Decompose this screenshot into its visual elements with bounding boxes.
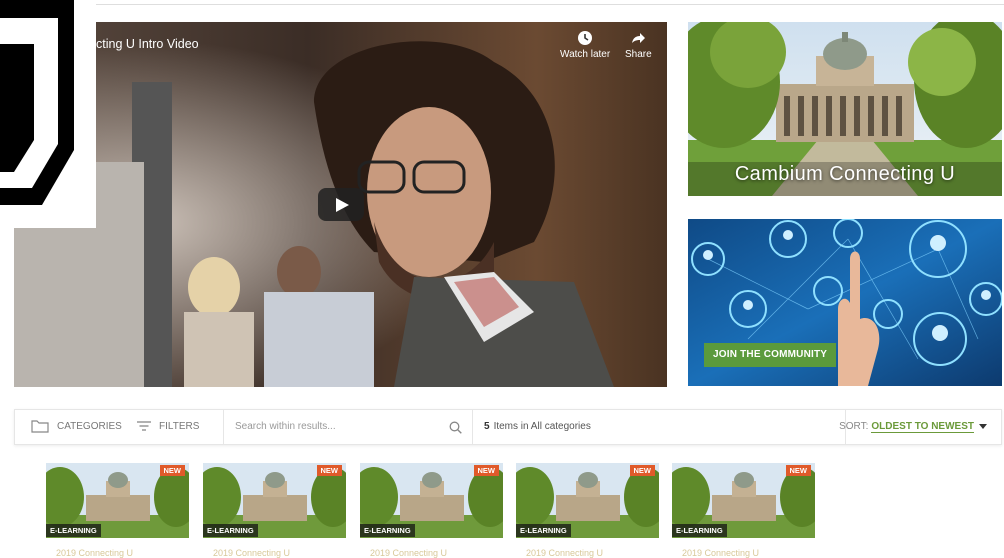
new-badge: NEW [159,465,185,476]
video-title: cting U Intro Video [96,37,199,51]
course-title[interactable]: 2019 Connecting U [370,548,513,558]
course-title[interactable]: 2019 Connecting U [526,548,669,558]
logo [0,0,96,228]
type-badge: E-LEARNING [203,524,258,537]
shield-logo-icon [0,0,74,205]
result-count-number: 5 [484,421,490,432]
categories-button[interactable]: CATEGORIES [31,410,122,444]
course-title[interactable]: 2019 Connecting U [56,548,199,558]
campus-caption: Cambium Connecting U [734,163,956,185]
type-badge: E-LEARNING [672,524,727,537]
toolbar-divider [472,410,473,444]
sort-value: OLDEST TO NEWEST [871,421,974,433]
categories-label: CATEGORIES [57,421,122,432]
course-card[interactable]: NEW E-LEARNING [672,463,815,538]
top-divider [96,4,1004,5]
caret-down-icon [979,423,987,429]
community-banner[interactable]: JOIN THE COMMUNITY [688,219,1002,386]
watch-later-label: Watch later [560,49,611,60]
course-card[interactable]: NEW E-LEARNING [360,463,503,538]
share-arrow-icon [632,33,646,43]
result-count-text: Items in All categories [493,421,591,432]
sort-label: SORT: [839,421,869,432]
course-title[interactable]: 2019 Connecting U [682,548,825,558]
type-badge: E-LEARNING [46,524,101,537]
course-title[interactable]: 2019 Connecting U [213,548,356,558]
folder-icon [31,420,49,433]
toolbar-divider [223,410,224,444]
new-badge: NEW [629,465,655,476]
course-card[interactable]: NEW E-LEARNING [46,463,189,538]
type-badge: E-LEARNING [516,524,571,537]
filters-button[interactable]: FILTERS [137,410,199,444]
new-badge: NEW [316,465,342,476]
course-card[interactable]: NEW E-LEARNING [203,463,346,538]
campus-banner[interactable]: Cambium Connecting U [688,22,1002,196]
filters-label: FILTERS [159,421,200,432]
type-badge: E-LEARNING [360,524,415,537]
clock-icon [578,31,593,45]
play-button[interactable] [318,188,364,221]
intro-video-player[interactable]: cting U Intro Video Watch later Share [14,22,667,387]
share-label: Share [625,49,652,60]
search-input[interactable]: Search within results... [235,410,336,444]
watch-later-button[interactable]: Watch later [560,30,610,60]
course-card[interactable]: NEW E-LEARNING [516,463,659,538]
new-badge: NEW [473,465,499,476]
sort-dropdown[interactable]: SORT: OLDEST TO NEWEST [839,410,987,444]
result-count: 5 Items in All categories [484,410,591,444]
join-community-button[interactable]: JOIN THE COMMUNITY [704,343,837,367]
catalog-toolbar: CATEGORIES FILTERS Search within results… [14,409,1002,445]
filter-icon [137,421,151,432]
share-button[interactable]: Share [625,30,652,60]
search-icon[interactable] [449,421,462,434]
new-badge: NEW [785,465,811,476]
